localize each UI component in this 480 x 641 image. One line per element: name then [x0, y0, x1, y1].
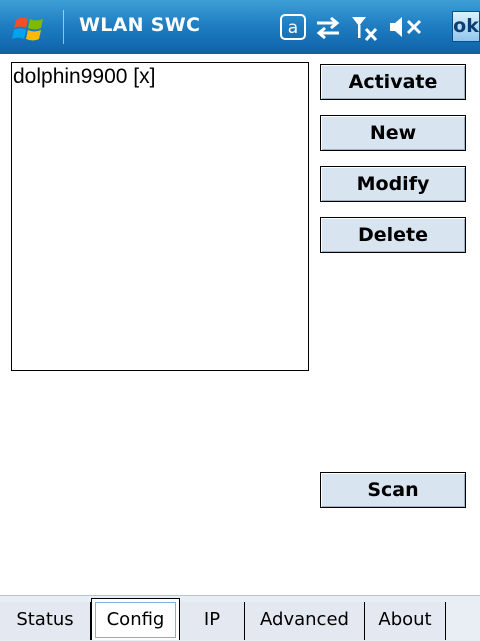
svg-text:a: a [288, 18, 298, 38]
tab-ip[interactable]: IP [180, 602, 245, 640]
delete-button[interactable]: Delete [320, 217, 466, 253]
tab-about[interactable]: About [365, 602, 446, 640]
network-list-item[interactable]: dolphin9900 [x] [12, 63, 308, 89]
signal-off-icon[interactable] [350, 14, 380, 42]
at-sign-icon[interactable]: a [280, 14, 306, 40]
title-bar: WLAN SWC a ok [0, 0, 480, 54]
scan-button[interactable]: Scan [320, 472, 466, 508]
windows-start-icon[interactable] [10, 11, 48, 45]
title-separator [63, 10, 64, 44]
app-title: WLAN SWC [79, 14, 201, 36]
new-button[interactable]: New [320, 115, 466, 151]
network-list[interactable]: dolphin9900 [x] [11, 62, 309, 371]
ok-button[interactable]: ok [452, 11, 480, 42]
speaker-muted-icon[interactable] [388, 14, 424, 40]
tab-status[interactable]: Status [0, 602, 91, 640]
tab-config[interactable]: Config [91, 598, 180, 640]
tab-config-label: Config [95, 602, 176, 638]
tab-advanced[interactable]: Advanced [245, 602, 365, 640]
connectivity-arrows-icon[interactable] [314, 14, 342, 40]
activate-button[interactable]: Activate [320, 64, 466, 100]
modify-button[interactable]: Modify [320, 166, 466, 202]
tab-strip: Status Config IP Advanced About [0, 595, 480, 641]
